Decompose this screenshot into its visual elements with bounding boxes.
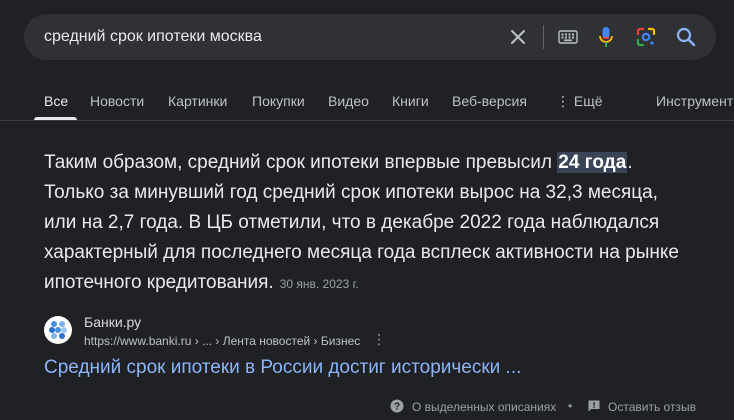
about-snippets-link[interactable]: О выделенных описаниях [412, 400, 556, 414]
tab-news[interactable]: Новости [90, 84, 144, 118]
snippet-footer: ? О выделенных описаниях • Оставить отзы… [0, 396, 734, 418]
tab-all[interactable]: Все [44, 84, 68, 118]
snippet-date: 30 янв. 2023 г. [279, 277, 359, 291]
tab-books[interactable]: Книги [392, 84, 429, 118]
keyboard-button[interactable] [554, 14, 582, 60]
search-button[interactable] [672, 14, 700, 60]
microphone-icon [599, 27, 613, 47]
tab-videos[interactable]: Видео [328, 84, 369, 118]
tab-web[interactable]: Веб-версия [452, 84, 527, 118]
tab-tools[interactable]: Инструменты [656, 84, 734, 118]
banki-logo-icon [49, 321, 67, 339]
site-favicon[interactable] [44, 316, 72, 344]
feedback-icon[interactable] [587, 399, 601, 413]
svg-text:?: ? [394, 402, 400, 413]
result-menu-icon[interactable]: ⋮ [372, 331, 386, 349]
clear-button[interactable] [504, 14, 532, 60]
help-icon[interactable]: ? [390, 399, 404, 413]
snippet-highlight: 24 года [557, 152, 628, 173]
site-url[interactable]: https://www.banki.ru › ... › Лента новос… [84, 334, 360, 348]
image-search-button[interactable] [633, 14, 659, 60]
tab-images[interactable]: Картинки [168, 84, 227, 118]
feedback-link[interactable]: Оставить отзыв [608, 400, 696, 414]
search-tabs: Все Новости Картинки Покупки Видео Книги… [0, 84, 734, 120]
snippet-text-before: Таким образом, средний срок ипотеки впер… [44, 152, 558, 173]
voice-search-button[interactable] [594, 14, 618, 60]
search-box-divider [543, 25, 544, 49]
tab-more[interactable]: ⋮ Ещё [556, 84, 603, 118]
footer-separator: • [568, 399, 573, 413]
featured-snippet: Таким образом, средний срок ипотеки впер… [44, 148, 694, 299]
tab-shopping[interactable]: Покупки [252, 84, 305, 118]
keyboard-icon [558, 30, 578, 44]
search-icon [676, 27, 696, 47]
result-title-link[interactable]: Средний срок ипотеки в России достиг ист… [44, 356, 521, 380]
snippet-text-after: . Только за минувший год средний срок ип… [44, 152, 679, 293]
search-box[interactable]: средний срок ипотеки москва [24, 14, 716, 60]
site-name[interactable]: Банки.ру [84, 314, 141, 330]
search-results-page: средний срок ипотеки москва Все Новости … [0, 0, 734, 420]
search-input[interactable]: средний срок ипотеки москва [44, 14, 262, 60]
close-icon [511, 30, 525, 44]
tabs-divider [0, 120, 734, 121]
lens-icon [636, 27, 656, 47]
